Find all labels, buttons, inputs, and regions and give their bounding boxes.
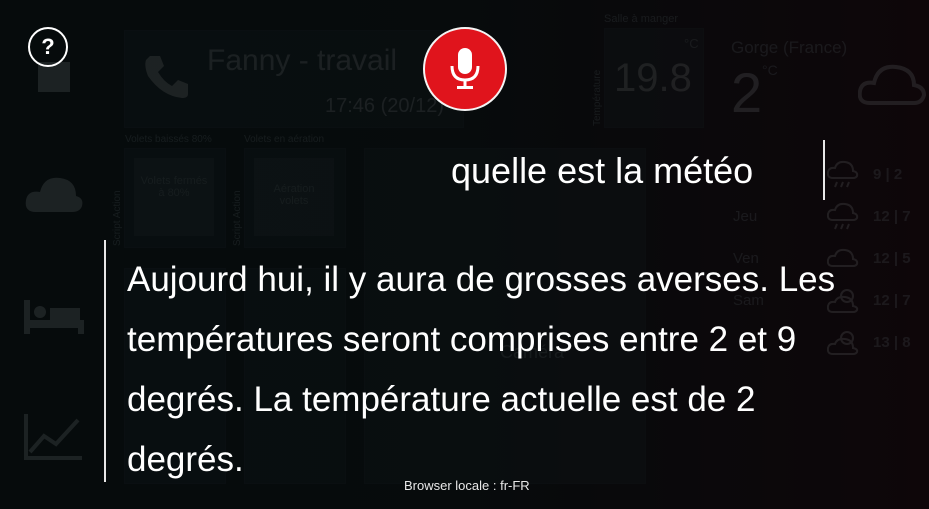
answer-divider <box>104 240 106 482</box>
help-icon: ? <box>41 34 55 59</box>
microphone-icon <box>450 48 480 89</box>
microphone-button[interactable] <box>423 27 507 111</box>
assistant-answer-text: Aujourd hui, il y aura de grosses averse… <box>127 260 836 479</box>
voice-query-text: quelle est la météo <box>451 150 754 191</box>
help-button[interactable]: ? <box>28 27 68 67</box>
browser-locale: Browser locale : fr-FR <box>404 478 530 493</box>
query-divider <box>823 140 825 200</box>
